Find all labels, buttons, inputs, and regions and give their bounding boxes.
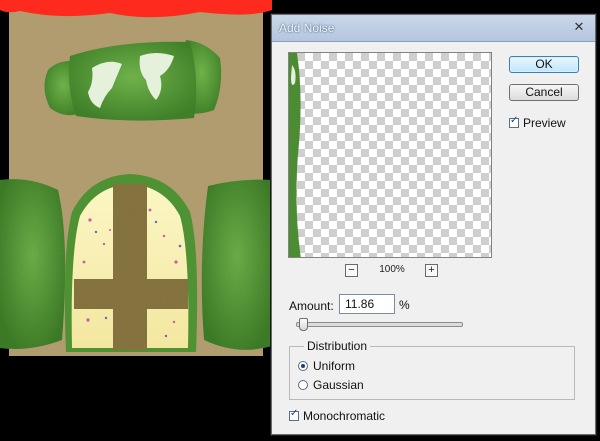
ok-button[interactable]: OK xyxy=(509,56,579,73)
document-canvas xyxy=(0,0,272,441)
arched-window xyxy=(64,174,198,352)
monochromatic-checkbox[interactable] xyxy=(289,408,299,421)
add-noise-dialog: Add Noise ✕ − 100% + Amount: % Distribut… xyxy=(271,14,596,435)
amount-input[interactable] xyxy=(339,294,395,314)
preview-area[interactable] xyxy=(288,52,492,258)
close-icon[interactable]: ✕ xyxy=(569,18,589,36)
radio-uniform-button[interactable] xyxy=(298,361,308,371)
radio-uniform[interactable]: Uniform xyxy=(298,359,355,373)
preview-label: Preview xyxy=(523,116,566,130)
distribution-group: Distribution Uniform Gaussian xyxy=(289,339,575,400)
preview-image xyxy=(289,53,301,257)
amount-unit: % xyxy=(399,298,410,312)
amount-label: Amount: xyxy=(289,299,334,313)
zoom-out-button[interactable]: − xyxy=(345,264,358,277)
radio-gaussian[interactable]: Gaussian xyxy=(298,378,364,392)
radio-gaussian-button[interactable] xyxy=(298,380,308,390)
preview-checkbox[interactable] xyxy=(509,115,519,128)
distribution-label: Distribution xyxy=(304,339,371,353)
amount-slider[interactable] xyxy=(296,318,463,331)
monochromatic-label: Monochromatic xyxy=(303,409,386,423)
radio-gaussian-label: Gaussian xyxy=(313,378,364,392)
dialog-title: Add Noise xyxy=(279,21,335,35)
cancel-button[interactable]: Cancel xyxy=(509,84,579,101)
dialog-titlebar[interactable]: Add Noise ✕ xyxy=(272,15,595,42)
zoom-level: 100% xyxy=(379,264,405,275)
preview-option[interactable]: Preview xyxy=(509,115,566,130)
radio-uniform-label: Uniform xyxy=(313,359,356,373)
amount-slider-thumb[interactable] xyxy=(298,318,308,331)
left-green-blob xyxy=(0,179,66,349)
zoom-controls: − 100% + xyxy=(288,264,492,278)
right-green-blob xyxy=(201,179,272,350)
zoom-in-button[interactable]: + xyxy=(425,264,438,277)
monochromatic-option[interactable]: Monochromatic xyxy=(289,408,386,423)
